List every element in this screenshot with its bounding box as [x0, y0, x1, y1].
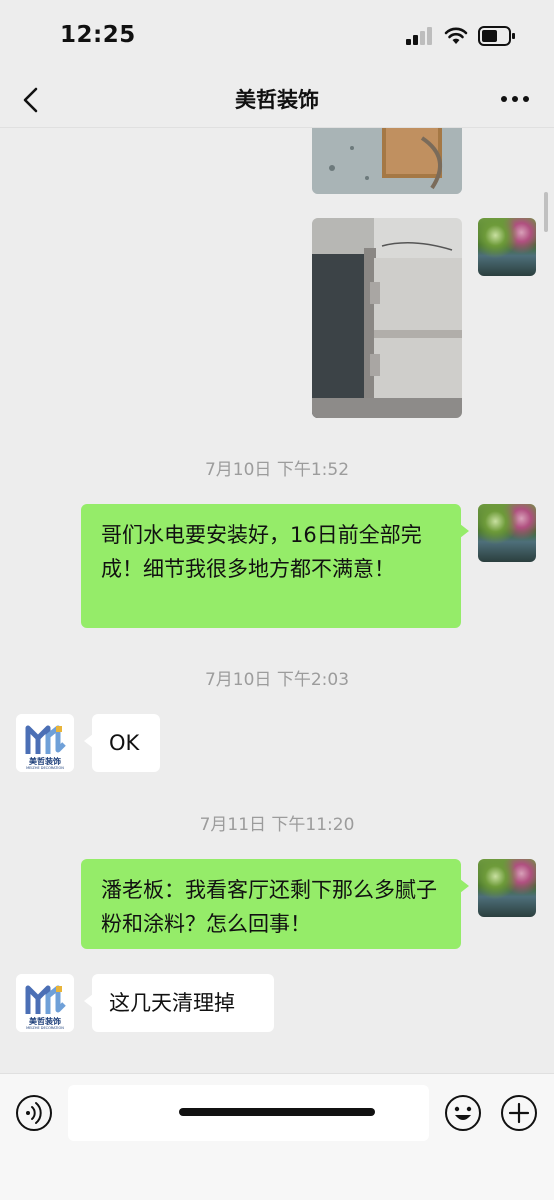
- message-text: 潘老板：我看客厅还剩下那么多腻子粉和涂料？怎么回事！: [101, 878, 437, 936]
- message-timestamp: 7月11日 下午11:20: [199, 815, 355, 835]
- company-logo-text: 美哲装饰: [29, 757, 61, 766]
- photo-content: [312, 128, 462, 194]
- photo-content: [312, 218, 462, 418]
- message-timestamp: 7月10日 下午1:52: [204, 460, 350, 480]
- status-bar: 12:25: [0, 0, 554, 72]
- home-indicator: [179, 1108, 375, 1116]
- plus-icon[interactable]: [500, 1094, 538, 1132]
- message-timestamp: 7月10日 下午2:03: [204, 670, 350, 690]
- image-message[interactable]: [312, 128, 462, 194]
- company-logo-subtitle: MEIZHE DECORATION: [26, 1026, 64, 1030]
- company-logo-subtitle: MEIZHE DECORATION: [26, 766, 64, 770]
- nav-bar: 美哲装饰: [0, 72, 554, 128]
- input-bar: [0, 1073, 554, 1200]
- signal-icon: [406, 27, 432, 45]
- avatar[interactable]: [478, 859, 536, 917]
- emoji-icon[interactable]: [444, 1094, 482, 1132]
- company-avatar[interactable]: 美哲装饰 MEIZHE DECORATION: [16, 714, 74, 772]
- message-bubble-incoming[interactable]: 这几天清理掉: [84, 974, 274, 1032]
- message-text: 这几天清理掉: [109, 991, 235, 1015]
- message-text: 哥们水电要安装好，16日前全部完成！细节我很多地方都不满意！: [101, 523, 422, 581]
- message-bubble-outgoing[interactable]: 潘老板：我看客厅还剩下那么多腻子粉和涂料？怎么回事！: [81, 859, 469, 949]
- chat-title: 美哲装饰: [235, 88, 319, 112]
- voice-icon[interactable]: [15, 1094, 53, 1132]
- status-time: 12:25: [60, 22, 136, 48]
- wifi-icon: [444, 27, 468, 44]
- more-icon[interactable]: [500, 88, 530, 110]
- status-icons: [406, 26, 516, 46]
- image-message[interactable]: [312, 218, 462, 418]
- chat-area[interactable]: 7月10日 下午1:52 哥们水电要安装好，16日前全部完成！细节我很多地方都不…: [0, 128, 554, 1073]
- company-avatar[interactable]: 美哲装饰 MEIZHE DECORATION: [16, 974, 74, 1032]
- avatar[interactable]: [478, 504, 536, 562]
- message-bubble-outgoing[interactable]: 哥们水电要安装好，16日前全部完成！细节我很多地方都不满意！: [81, 504, 469, 628]
- message-text: OK: [109, 731, 140, 755]
- scrollbar[interactable]: [544, 192, 548, 232]
- avatar[interactable]: [478, 218, 536, 276]
- company-logo-text: 美哲装饰: [29, 1017, 61, 1026]
- battery-icon: [478, 26, 515, 46]
- message-bubble-incoming[interactable]: OK: [84, 714, 160, 772]
